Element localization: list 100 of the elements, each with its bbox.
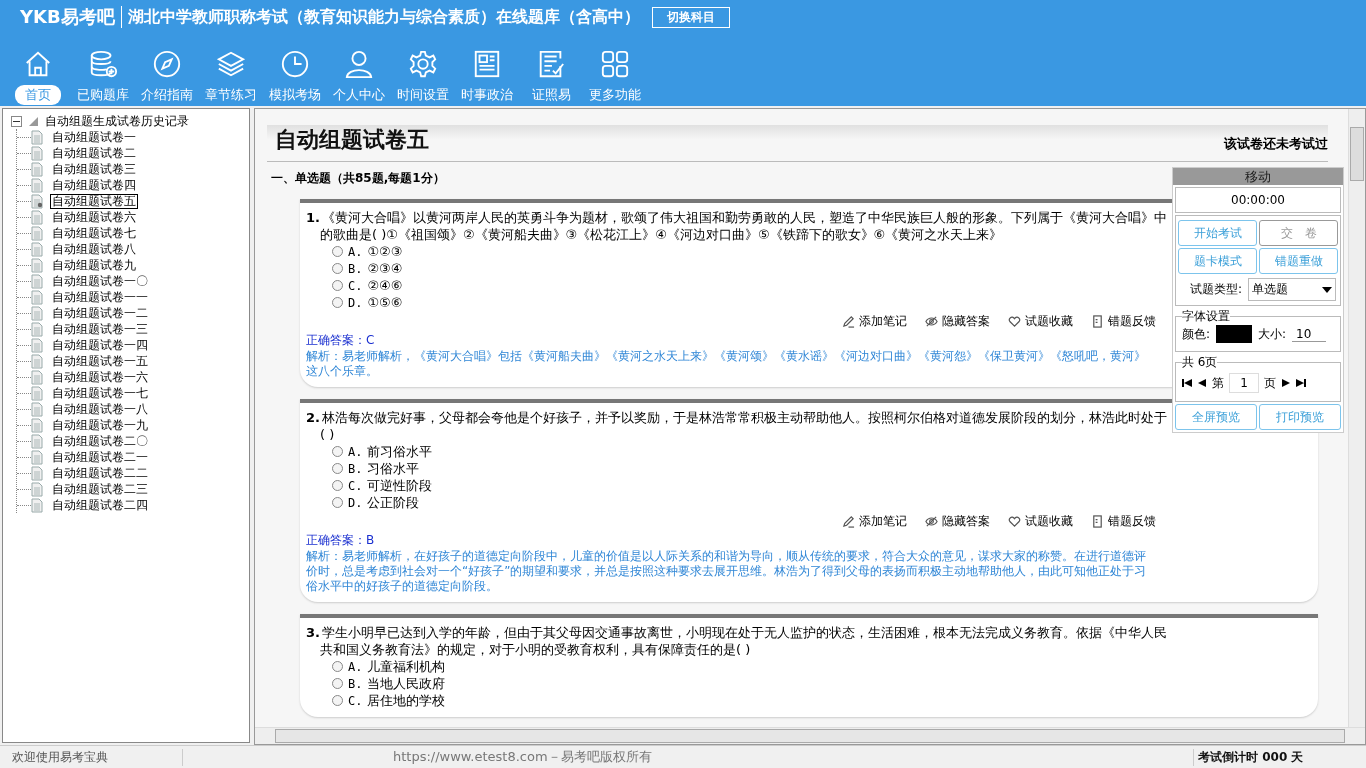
tree-item[interactable]: 自动组题试卷三 (50, 161, 138, 177)
person-icon[interactable] (344, 49, 374, 79)
document-icon (31, 257, 43, 273)
previous-page-icon[interactable] (1197, 379, 1207, 387)
exam-status: 该试卷还未考试过 (1224, 135, 1328, 153)
tree-item[interactable]: 自动组题试卷一三 (50, 321, 150, 337)
radio-button[interactable] (332, 480, 343, 491)
radio-button[interactable] (332, 280, 343, 291)
tree-item[interactable]: 自动组题试卷二 (50, 145, 138, 161)
question-text: 3.学生小明早已达到入学的年龄，但由于其父母因交通事故离世，小明现在处于无人监护的状态，生活困难，根本无法完成义务教育。依据《中华人民共和国义务教育法》的规定，对于小明的受教育权利，具有保障责任的是( ) (306, 624, 1168, 658)
page-number-field[interactable]: 1 (1229, 373, 1259, 393)
home-icon[interactable] (23, 49, 53, 79)
action-link[interactable]: 添加笔记 (859, 313, 907, 330)
first-page-icon[interactable] (1182, 379, 1192, 387)
question-type-label: 试题类型: (1190, 281, 1243, 298)
option-text: 居住地的学校 (367, 691, 446, 710)
document-icon (31, 353, 43, 369)
tree-item[interactable]: 自动组题试卷一一 (50, 289, 150, 305)
radio-button[interactable] (332, 678, 343, 689)
question-text: 2.林浩每次做完好事，父母都会夸他是个好孩子，并予以奖励，于是林浩常常积极主动帮助他人。按照柯尔伯格对道德发展阶段的划分，林浩此时处于( ) (306, 409, 1168, 443)
panel-drag-header[interactable]: 移动 (1173, 168, 1343, 185)
color-swatch[interactable] (1216, 325, 1253, 343)
document-icon (31, 145, 43, 161)
database-icon[interactable] (88, 49, 118, 79)
option-text: 公正阶段 (367, 493, 420, 512)
tree-item[interactable]: 自动组题试卷二〇 (50, 433, 150, 449)
document-icon (31, 337, 43, 353)
radio-button[interactable] (332, 463, 343, 474)
layers-icon[interactable] (216, 49, 246, 79)
option-letter: B. (348, 261, 363, 276)
last-page-icon[interactable] (1296, 379, 1306, 387)
tree-item[interactable]: 自动组题试卷一四 (50, 337, 150, 353)
heart-icon (1008, 315, 1021, 328)
document-icon (31, 481, 43, 497)
font-size-field[interactable]: 10 (1292, 326, 1327, 342)
document-icon (31, 289, 43, 305)
tree-item[interactable]: 自动组题试卷一二 (50, 305, 150, 321)
radio-button[interactable] (332, 661, 343, 672)
option-text: ②④⑥ (367, 278, 403, 293)
action-link[interactable]: 隐藏答案 (942, 313, 990, 330)
tree-item[interactable]: 自动组题试卷二一 (50, 449, 150, 465)
radio-button[interactable] (332, 246, 343, 257)
option-text: 当地人民政府 (367, 674, 446, 693)
tree-item[interactable]: 自动组题试卷七 (50, 225, 138, 241)
tree-item[interactable]: 自动组题试卷八 (50, 241, 138, 257)
option-text: 儿童福利机构 (367, 657, 446, 676)
vertical-scrollbar[interactable] (1348, 109, 1365, 727)
action-link[interactable]: 错题反馈 (1108, 513, 1156, 530)
tree-item[interactable]: 自动组题试卷二三 (50, 481, 150, 497)
action-link[interactable]: 隐藏答案 (942, 513, 990, 530)
gear-icon[interactable] (408, 49, 438, 79)
answer-analysis: 解析：易老师解析，《黄河大合唱》包括《黄河船夫曲》《黄河之水天上来》《黄河颂》《黄水谣》《河边对口曲》《黄河怨》《保卫黄河》《怒吼吧，黄河》这八个乐章。 (306, 349, 1147, 379)
tree-item[interactable]: 自动组题试卷九 (50, 257, 138, 273)
radio-button[interactable] (332, 446, 343, 457)
tree-item[interactable]: 自动组题试卷一八 (50, 401, 150, 417)
group-title: 字体设置 (1182, 308, 1230, 325)
tree-item[interactable]: 自动组题试卷一六 (50, 369, 150, 385)
newspaper-icon[interactable] (472, 49, 502, 79)
welcome-text: 欢迎使用易考宝典 (0, 748, 183, 766)
radio-button[interactable] (332, 297, 343, 308)
tree-item[interactable]: 自动组题试卷一九 (50, 417, 150, 433)
radio-button[interactable] (332, 497, 343, 508)
tree-root-label[interactable]: 自动组题生成试卷历史记录 (45, 112, 189, 130)
tree-item[interactable]: 自动组题试卷四 (50, 177, 138, 193)
collapse-toggle[interactable] (11, 115, 22, 127)
tree-item[interactable]: 自动组题试卷一五 (50, 353, 150, 369)
radio-button[interactable] (332, 263, 343, 274)
option-text: ①②③ (367, 244, 403, 259)
option-text: 前习俗水平 (367, 442, 433, 461)
tree-item[interactable]: 自动组题试卷六 (50, 209, 138, 225)
document-icon (31, 465, 43, 481)
tree-item[interactable]: 自动组题试卷一七 (50, 385, 150, 401)
tree-item[interactable]: 自动组题试卷一〇 (50, 273, 150, 289)
next-page-icon[interactable] (1281, 379, 1291, 387)
tree-item[interactable]: 自动组题试卷五 (50, 193, 138, 209)
action-link[interactable]: 试题收藏 (1025, 313, 1073, 330)
group-title: 共 6页 (1182, 354, 1218, 371)
tree-item[interactable]: 自动组题试卷二二 (50, 465, 150, 481)
option-letter: D. (348, 295, 363, 310)
size-label: 大小: (1258, 325, 1287, 343)
action-link[interactable]: 添加笔记 (859, 513, 907, 530)
option-text: 可逆性阶段 (367, 476, 433, 495)
document-icon (31, 225, 43, 241)
document-icon (31, 321, 43, 337)
correct-answer: 正确答案：B (306, 532, 375, 549)
clock-icon[interactable] (280, 49, 310, 79)
action-link[interactable]: 错题反馈 (1108, 313, 1156, 330)
horizontal-scrollbar[interactable] (255, 727, 1365, 744)
timer: 00:00:00 (1175, 187, 1341, 213)
compass-icon[interactable] (152, 49, 182, 79)
exam-countdown: 考试倒计时 000 天 (1193, 748, 1366, 766)
tree-item[interactable]: 自动组题试卷一 (50, 129, 138, 145)
grid-icon[interactable] (600, 49, 630, 79)
paper-title: 自动组题试卷五 (275, 126, 429, 154)
question-type-dropdown[interactable]: 单选题 (1248, 278, 1336, 301)
radio-button[interactable] (332, 695, 343, 706)
document-icon (1091, 515, 1104, 528)
document-icon (31, 369, 43, 385)
tree-item[interactable]: 自动组题试卷二四 (50, 497, 150, 513)
action-link[interactable]: 试题收藏 (1025, 513, 1073, 530)
